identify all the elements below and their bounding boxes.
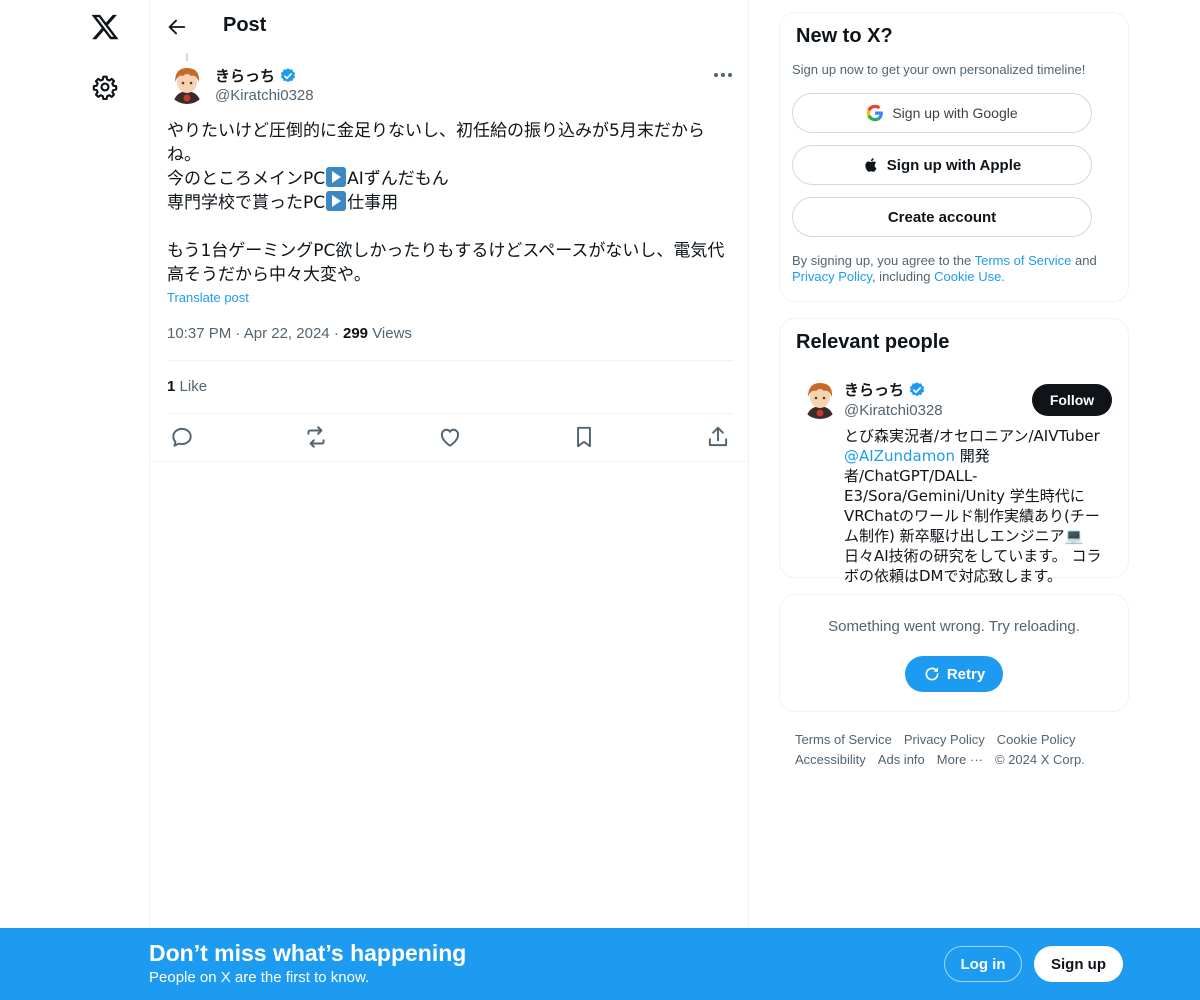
create-account-button[interactable]: Create account — [792, 197, 1092, 237]
google-g-icon — [867, 104, 884, 122]
like-count: 1 — [167, 378, 176, 395]
like-heart-icon[interactable] — [437, 424, 463, 450]
post-text-line: ね。 — [167, 145, 201, 165]
footer-more-link[interactable]: More ··· — [937, 752, 983, 767]
post-date[interactable]: Apr 22, 2024 — [244, 325, 330, 342]
verified-badge-icon — [909, 381, 925, 396]
signup-card: New to X? Sign up now to get your own pe… — [779, 12, 1129, 302]
divider — [150, 461, 749, 462]
bottom-bar-subtitle: People on X are the first to know. — [149, 969, 370, 986]
retry-label: Retry — [946, 665, 986, 683]
bottom-signup-bar: Don’t miss what’s happening People on X … — [0, 928, 1200, 1000]
views-count: 299 — [342, 325, 369, 342]
apple-signup-label: Sign up with Apple — [886, 156, 1022, 174]
post-text-line: AIずんだもん — [347, 169, 449, 189]
repost-icon[interactable] — [303, 424, 329, 450]
avatar-image-icon — [167, 64, 207, 104]
post-meta: 10:37 PM · Apr 22, 2024 · 299 Views — [167, 325, 412, 342]
page-header: Post — [150, 0, 749, 53]
post-text-line: 今のところメインPC — [167, 169, 326, 189]
google-signup-label: Sign up with Google — [892, 105, 1018, 121]
terms-link[interactable]: Terms of Service — [975, 253, 1072, 268]
left-nav — [0, 0, 149, 1000]
author-name-text: きらっち — [215, 68, 276, 85]
signup-button[interactable]: Sign up — [1034, 946, 1123, 982]
google-signup-button[interactable]: Sign up with Google — [792, 93, 1092, 133]
post-text-line: やりたいけど圧倒的に金足りないし、初任給の振り込みが5月末だから — [167, 121, 705, 141]
main-column: Post きらっち @Kiratchi0328 やりたいけど圧倒的に金足りないし… — [149, 0, 749, 1000]
relevant-people-card: Relevant people きらっち @Kiratchi0328 Follo… — [779, 318, 1129, 585]
cookie-use-link[interactable]: Cookie Use. — [934, 269, 1005, 284]
relevant-avatar[interactable] — [800, 379, 840, 419]
share-icon[interactable] — [705, 424, 731, 450]
meta-separator: · — [235, 325, 244, 342]
likes-stat[interactable]: 1 Like — [167, 378, 207, 395]
legal-text: , including — [871, 269, 935, 284]
x-logo-icon[interactable] — [90, 12, 120, 42]
footer-links: Terms of Service Privacy Policy Cookie Pol… — [795, 730, 1115, 770]
translate-post-link[interactable]: Translate post — [167, 290, 249, 305]
reply-icon[interactable] — [169, 424, 195, 450]
apple-signup-button[interactable]: Sign up with Apple — [792, 145, 1092, 185]
meta-separator: · — [333, 325, 343, 342]
retry-button[interactable]: Retry — [905, 656, 1003, 692]
post-text-line: 仕事用 — [347, 193, 399, 213]
footer-copyright: © 2024 X Corp. — [995, 752, 1085, 767]
bottom-bar-title: Don’t miss what’s happening — [149, 940, 467, 966]
footer-accessibility-link[interactable]: Accessibility — [795, 752, 866, 767]
relevant-handle[interactable]: @Kiratchi0328 — [844, 402, 943, 419]
error-message: Something went wrong. Try reloading. — [828, 618, 1080, 635]
login-button[interactable]: Log in — [944, 946, 1022, 982]
relevant-name[interactable]: きらっち — [844, 379, 926, 400]
refresh-icon — [925, 667, 939, 681]
play-button-emoji-icon — [326, 167, 347, 187]
post-text-line: 高そうだから中々大変や。 — [167, 265, 371, 285]
author-handle[interactable]: @Kiratchi0328 — [215, 87, 314, 104]
relevant-people-title: Relevant people — [796, 331, 950, 353]
divider — [167, 360, 733, 361]
views-label: Views — [372, 325, 412, 342]
bio-mention-link[interactable]: @AIZundamon — [844, 447, 955, 465]
error-card: Something went wrong. Try reloading. Ret… — [779, 594, 1129, 712]
privacy-link[interactable]: Privacy Policy — [792, 269, 872, 284]
page-title: Post — [223, 14, 267, 36]
author-avatar[interactable] — [167, 64, 207, 104]
more-options-icon[interactable] — [712, 68, 734, 82]
play-button-emoji-icon — [326, 191, 347, 211]
thread-line — [186, 53, 188, 61]
verified-badge-icon — [280, 67, 296, 82]
post-text-line: もう1台ゲーミングPC欲しかったりもするけどスペースがないし、電気代 — [167, 241, 725, 261]
follow-button[interactable]: Follow — [1032, 384, 1112, 416]
back-arrow-icon[interactable] — [166, 16, 188, 38]
like-label: Like — [179, 378, 208, 395]
apple-logo-icon — [865, 158, 877, 172]
bio-text: とび森実況者/オセロニアン/AIVTuber — [844, 427, 1100, 445]
post-time[interactable]: 10:37 PM — [167, 325, 231, 342]
relevant-bio: とび森実況者/オセロニアン/AIVTuber @AIZundamon 開発者/C… — [844, 426, 1114, 586]
gear-icon[interactable] — [92, 74, 118, 100]
bio-text: 開発者/ChatGPT/DALL-E3/Sora/Gemini/Unity 学生… — [844, 447, 1102, 585]
footer-ads-link[interactable]: Ads info — [878, 752, 925, 767]
post-text-line: 専門学校で貰ったPC — [167, 193, 326, 213]
footer-cookie-link[interactable]: Cookie Policy — [997, 732, 1076, 747]
avatar-image-icon — [800, 379, 840, 419]
signup-legal-text: By signing up, you agree to the Terms of… — [792, 253, 1122, 285]
signup-card-subtitle: Sign up now to get your own personalized… — [792, 62, 1086, 77]
relevant-name-text: きらっち — [844, 382, 905, 399]
legal-text: and — [1071, 253, 1097, 268]
footer-privacy-link[interactable]: Privacy Policy — [904, 732, 985, 747]
signup-card-title: New to X? — [796, 25, 893, 47]
bookmark-icon[interactable] — [571, 424, 597, 450]
post-text: やりたいけど圧倒的に金足りないし、初任給の振り込みが5月末だから ね。 今のとこ… — [167, 119, 737, 287]
post-actions — [167, 424, 737, 450]
footer-terms-link[interactable]: Terms of Service — [795, 732, 892, 747]
legal-text: By signing up, you agree to the — [792, 253, 975, 268]
divider — [167, 413, 733, 414]
author-name[interactable]: きらっち — [215, 65, 297, 86]
